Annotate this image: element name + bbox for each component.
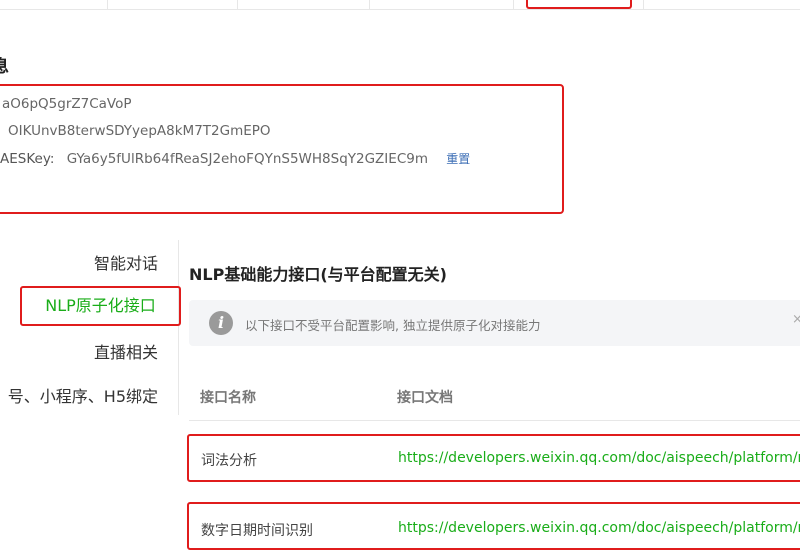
aeskey-row: AESKey: GYa6y5fUlRb64fReaSJ2ehoFQYnS5WH8… <box>0 150 470 167</box>
nav-item-smart-dialog[interactable]: 智能对话 <box>94 250 158 274</box>
column-header-name: 接口名称 <box>200 390 256 406</box>
nav-item-nlp-atomic[interactable]: NLP原子化接口 <box>20 286 181 326</box>
close-icon[interactable]: × <box>792 312 800 327</box>
notice-text: 以下接口不受平台配置影响, 独立提供原子化对接能力 <box>245 318 541 333</box>
side-nav: 智能对话 直播相关 号、小程序、H5绑定 <box>0 240 179 415</box>
table-row: 数字日期时间识别 https://developers.weixin.qq.co… <box>187 502 800 550</box>
top-tab[interactable] <box>237 0 370 9</box>
nav-item-live[interactable]: 直播相关 <box>94 339 158 363</box>
panel-title: NLP基础能力接口(与平台配置无关) <box>189 265 447 284</box>
aeskey-label: AESKey: <box>0 151 55 167</box>
nav-item-binding[interactable]: 号、小程序、H5绑定 <box>8 383 158 407</box>
reset-link[interactable]: 重置 <box>446 152 470 166</box>
top-tab-bar <box>0 0 800 10</box>
top-tab[interactable] <box>107 0 238 9</box>
aeskey-value: GYa6y5fUlRb64fReaSJ2ehoFQYnS5WH8SqY2GZIE… <box>66 151 428 167</box>
interface-name: 词法分析 <box>201 453 257 469</box>
top-tab[interactable] <box>369 0 514 9</box>
token-value: OIKUnvB8terwSDYyepA8kM7T2GmEPO <box>8 123 271 139</box>
interface-name: 数字日期时间识别 <box>201 523 313 539</box>
table-header: 接口名称 接口文档 <box>189 372 800 421</box>
table-row: 词法分析 https://developers.weixin.qq.com/do… <box>187 434 800 482</box>
top-tab[interactable] <box>643 0 800 9</box>
section-title: 息 <box>0 57 9 77</box>
info-icon: i <box>209 311 233 335</box>
top-tab[interactable] <box>0 0 108 9</box>
appid-value: aO6pQ5grZ7CaVoP <box>2 96 132 112</box>
doc-link[interactable]: https://developers.weixin.qq.com/doc/ais… <box>398 520 800 536</box>
top-tab-active[interactable] <box>526 0 632 9</box>
column-header-doc: 接口文档 <box>397 390 453 406</box>
notice-banner: i 以下接口不受平台配置影响, 独立提供原子化对接能力 × <box>189 300 800 346</box>
doc-link[interactable]: https://developers.weixin.qq.com/doc/ais… <box>398 450 800 466</box>
